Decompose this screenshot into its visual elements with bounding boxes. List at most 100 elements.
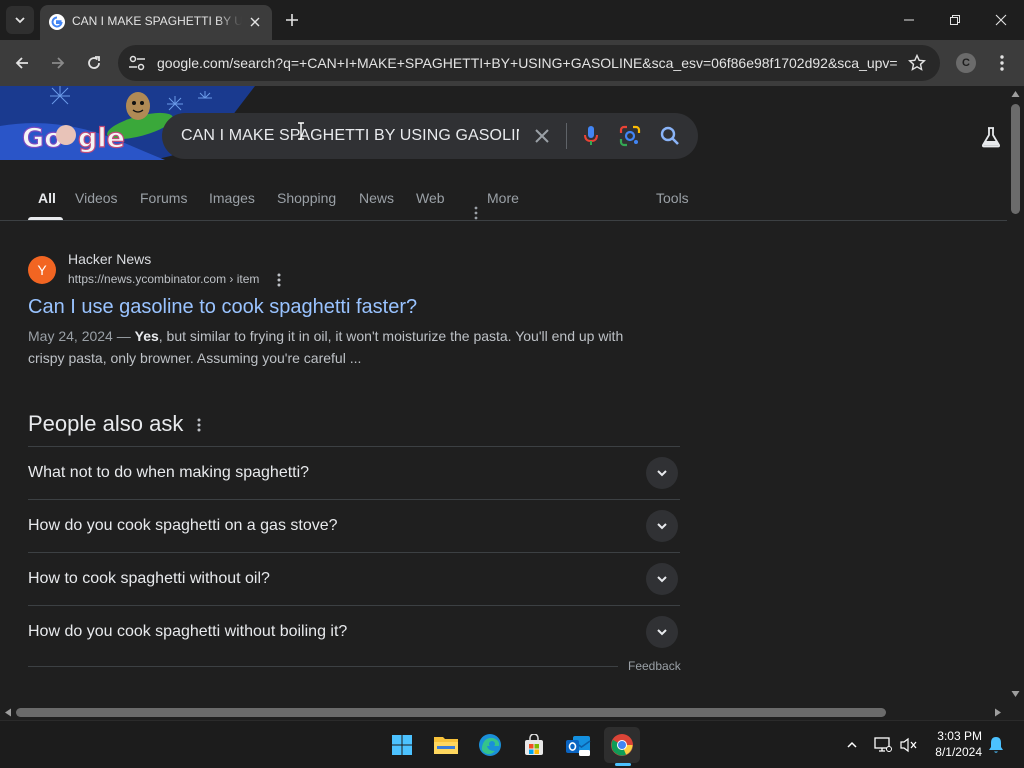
tab-close-button[interactable] — [246, 13, 264, 31]
bookmark-star-icon[interactable] — [908, 54, 926, 72]
tab-shopping[interactable]: Shopping — [277, 190, 336, 206]
close-icon — [250, 17, 260, 27]
show-hidden-icons-button[interactable] — [842, 735, 862, 755]
network-icon — [874, 737, 892, 752]
clear-search-icon[interactable] — [532, 126, 552, 146]
paa-expand-button[interactable] — [646, 563, 678, 595]
paa-question[interactable]: How do you cook spaghetti without boilin… — [28, 605, 680, 658]
chrome-browser-icon — [611, 734, 633, 756]
svg-text:Go: Go — [22, 123, 63, 154]
vertical-scrollbar[interactable] — [1007, 86, 1024, 704]
chevron-down-icon — [657, 523, 667, 530]
arrow-right-icon — [52, 57, 65, 69]
tab-news[interactable]: News — [359, 190, 394, 206]
search-results-page: Go gle CAN I MAKE SPAGHETTI BY USING GAS… — [0, 86, 1007, 704]
chevron-down-icon — [657, 629, 667, 636]
browser-tab[interactable]: CAN I MAKE SPAGHETTI BY USING GASOLINE -… — [40, 5, 272, 40]
minimize-button[interactable] — [886, 0, 932, 40]
address-bar[interactable]: google.com/search?q=+CAN+I+MAKE+SPAGHETT… — [118, 45, 940, 81]
windows-taskbar: 3:03 PM 8/1/2024 — [0, 720, 1024, 768]
paa-expand-button[interactable] — [646, 457, 678, 489]
taskbar-microsoft-store[interactable] — [516, 727, 552, 763]
result-snippet-bold: Yes — [134, 328, 159, 344]
close-window-button[interactable] — [978, 0, 1024, 40]
result-site-name[interactable]: Hacker News — [68, 251, 151, 267]
microphone-icon[interactable] — [581, 125, 601, 147]
search-nav-tabs: All Videos Forums Images Shopping News W… — [0, 178, 1007, 221]
scroll-left-arrow-icon[interactable] — [4, 708, 12, 717]
result-options-icon[interactable] — [274, 272, 284, 288]
profile-avatar[interactable]: C — [956, 53, 976, 73]
restore-icon — [950, 15, 960, 25]
paa-expand-button[interactable] — [646, 616, 678, 648]
google-lens-icon[interactable] — [619, 125, 641, 147]
new-tab-button[interactable] — [280, 8, 304, 32]
active-tab-indicator — [28, 217, 63, 220]
labs-flask-icon[interactable] — [980, 126, 1002, 148]
horizontal-scroll-thumb[interactable] — [16, 708, 886, 717]
paa-question-text: How to cook spaghetti without oil? — [28, 570, 270, 587]
search-icon[interactable] — [659, 125, 681, 147]
outlook-mail-icon — [566, 736, 591, 756]
vertical-scroll-thumb[interactable] — [1011, 104, 1020, 214]
tab-title: CAN I MAKE SPAGHETTI BY USING GASOLINE -… — [72, 14, 242, 28]
result-title-link[interactable]: Can I use gasoline to cook spaghetti fas… — [28, 296, 417, 319]
volume-button[interactable] — [899, 735, 919, 755]
browser-menu-button[interactable] — [994, 52, 1010, 74]
tab-forums[interactable]: Forums — [140, 190, 187, 206]
bell-icon — [989, 737, 1003, 753]
feedback-link[interactable]: Feedback — [628, 659, 681, 673]
tab-images[interactable]: Images — [209, 190, 255, 206]
windows-start-icon — [392, 735, 412, 755]
start-button[interactable] — [384, 727, 420, 763]
paa-question[interactable]: How do you cook spaghetti on a gas stove… — [28, 499, 680, 552]
scroll-right-arrow-icon[interactable] — [994, 708, 1002, 717]
tools-button[interactable]: Tools — [656, 190, 689, 206]
paa-question[interactable]: What not to do when making spaghetti? — [28, 446, 680, 499]
tab-videos[interactable]: Videos — [75, 190, 118, 206]
chevron-down-icon — [657, 470, 667, 477]
result-breadcrumb-url[interactable]: https://news.ycombinator.com › item — [68, 272, 259, 286]
paa-question-text: What not to do when making spaghetti? — [28, 464, 310, 481]
notifications-button[interactable] — [986, 735, 1006, 755]
taskbar-chrome[interactable] — [604, 727, 640, 763]
taskbar-edge[interactable] — [472, 727, 508, 763]
chevron-up-icon — [847, 741, 857, 748]
tab-more[interactable]: More — [487, 190, 519, 206]
scroll-up-arrow-icon[interactable] — [1011, 90, 1020, 98]
tab-all[interactable]: All — [38, 190, 56, 206]
tab-web[interactable]: Web — [416, 190, 445, 206]
taskbar-outlook[interactable] — [560, 727, 596, 763]
forward-button[interactable] — [44, 49, 72, 77]
search-box[interactable]: CAN I MAKE SPAGHETTI BY USING GASOLINE — [162, 113, 698, 159]
horizontal-scrollbar[interactable] — [0, 704, 1007, 720]
store-bag-icon — [525, 734, 543, 755]
svg-text:gle: gle — [78, 123, 125, 154]
active-app-indicator — [615, 763, 631, 766]
back-button[interactable] — [8, 49, 36, 77]
system-clock[interactable]: 3:03 PM 8/1/2024 — [920, 728, 982, 760]
arrow-left-icon — [15, 57, 28, 69]
taskbar-file-explorer[interactable] — [428, 727, 464, 763]
plus-icon — [286, 14, 298, 26]
paa-question[interactable]: How to cook spaghetti without oil? — [28, 552, 680, 605]
paa-expand-button[interactable] — [646, 510, 678, 542]
search-input[interactable]: CAN I MAKE SPAGHETTI BY USING GASOLINE — [181, 127, 519, 145]
clock-time: 3:03 PM — [937, 729, 982, 743]
network-status-button[interactable] — [873, 735, 893, 755]
reload-button[interactable] — [80, 49, 108, 77]
browser-tab-strip: CAN I MAKE SPAGHETTI BY USING GASOLINE -… — [0, 0, 1024, 40]
scroll-down-arrow-icon[interactable] — [1011, 690, 1020, 698]
folder-icon — [434, 737, 458, 754]
clock-date: 8/1/2024 — [935, 745, 982, 759]
result-snippet: May 24, 2024 — Yes, but similar to fryin… — [28, 325, 648, 369]
site-favicon[interactable]: Y — [28, 256, 56, 284]
paa-options-icon[interactable] — [194, 417, 204, 433]
edge-browser-icon — [479, 734, 501, 756]
tab-search-button[interactable] — [6, 6, 34, 34]
chevron-down-icon — [657, 576, 667, 583]
people-also-ask-heading: People also ask — [28, 411, 184, 436]
reload-icon — [88, 56, 100, 69]
result-date: May 24, 2024 — [28, 328, 113, 344]
restore-button[interactable] — [932, 0, 978, 40]
